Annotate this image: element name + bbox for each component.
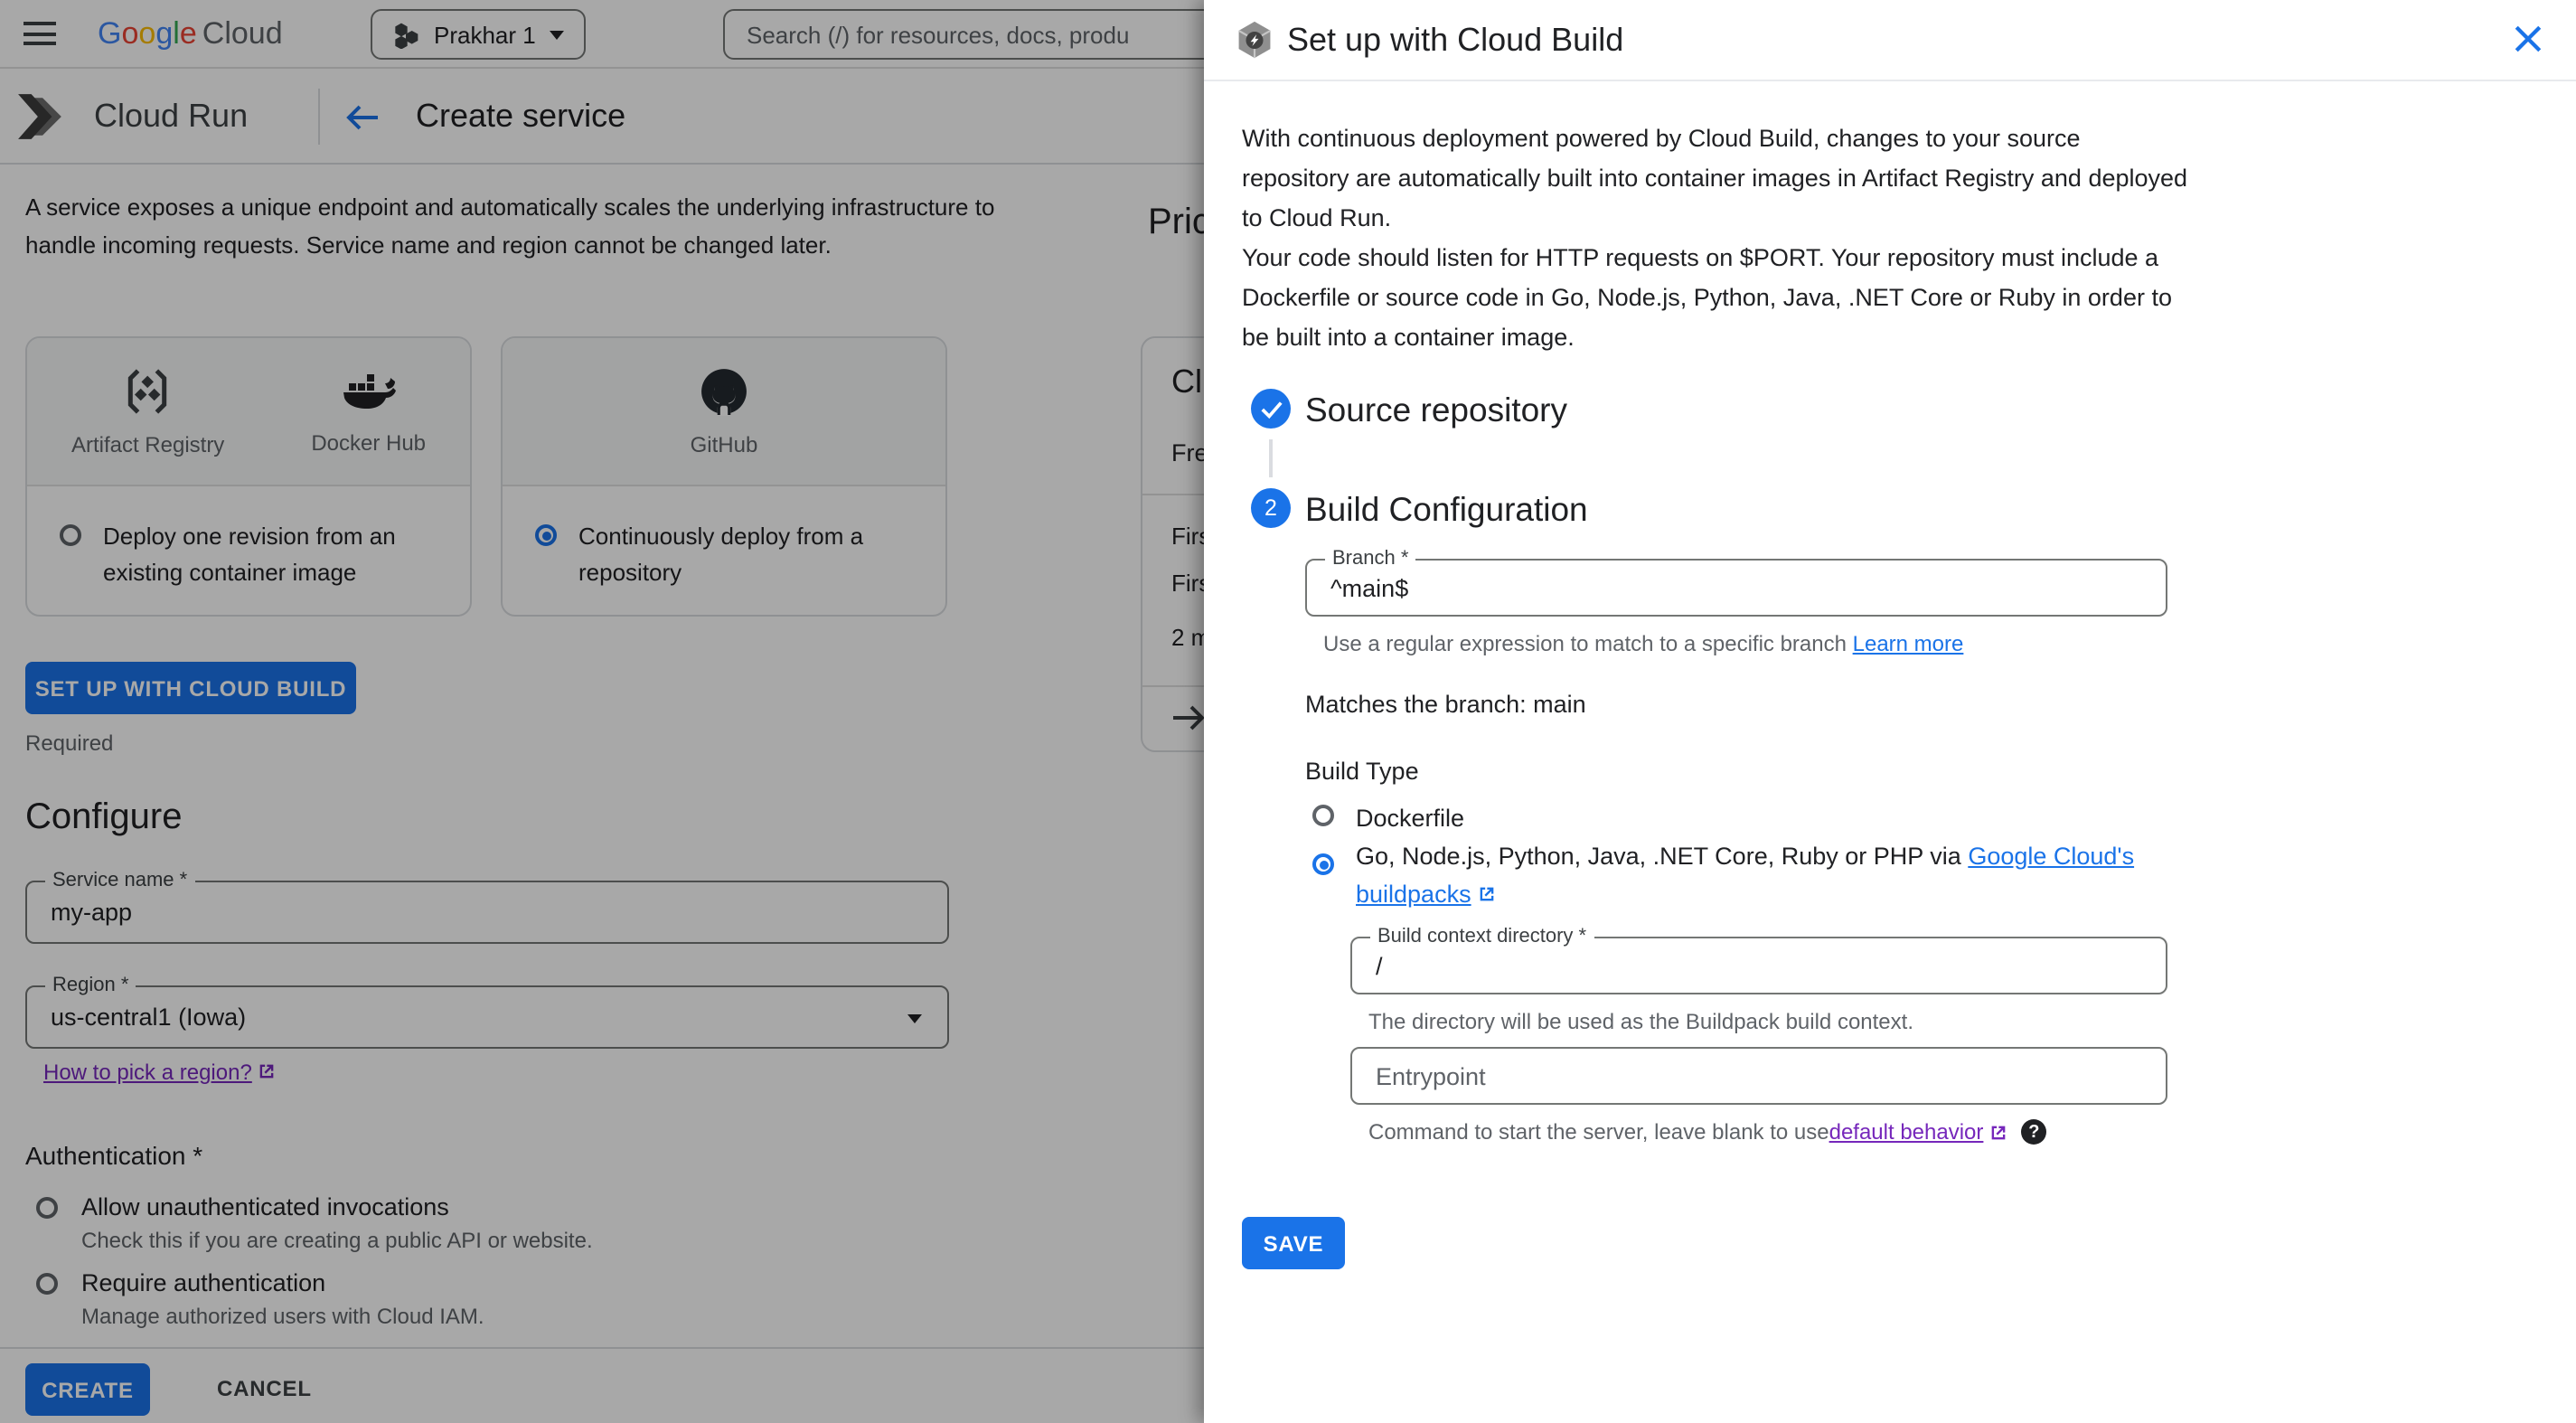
step2-title: Build Configuration [1305, 490, 1588, 528]
build-type-buildpacks[interactable]: Go, Node.js, Python, Java, .NET Core, Ru… [1312, 843, 2173, 913]
external-link-icon [1992, 1125, 2006, 1139]
radio-dockerfile[interactable] [1312, 805, 1334, 826]
close-icon[interactable] [2513, 24, 2543, 54]
build-context-helper: The directory will be used as the Buildp… [1368, 1009, 1913, 1034]
build-context-label: Build context directory * [1370, 926, 1594, 947]
external-link-icon [1480, 887, 1493, 901]
branch-input[interactable] [1307, 561, 2166, 615]
buildpacks-label-text: Go, Node.js, Python, Java, .NET Core, Ru… [1356, 843, 1969, 870]
entrypoint-input[interactable] [1352, 1049, 2166, 1103]
save-button[interactable]: SAVE [1242, 1217, 1345, 1269]
intro-paragraph-2: Your code should listen for HTTP request… [1242, 244, 2172, 351]
entrypoint-field[interactable] [1350, 1047, 2167, 1105]
cloud-build-dialog: Set up with Cloud Build With continuous … [1204, 0, 2576, 1423]
dialog-header: Set up with Cloud Build [1204, 0, 2576, 81]
step-connector [1269, 439, 1273, 477]
default-behavior-link[interactable]: default behavior [1829, 1119, 1984, 1145]
entrypoint-helper-text: Command to start the server, leave blank… [1368, 1119, 1829, 1145]
buildpacks-label: Go, Node.js, Python, Java, .NET Core, Ru… [1356, 837, 2173, 913]
learn-more-link[interactable]: Learn more [1853, 631, 1964, 656]
build-type-dockerfile[interactable]: Dockerfile [1312, 799, 1464, 837]
step1-title[interactable]: Source repository [1305, 391, 1567, 430]
branch-helper-text: Use a regular expression to match to a s… [1323, 631, 1963, 656]
intro-paragraph-1: With continuous deployment powered by Cl… [1242, 125, 2188, 231]
dialog-title: Set up with Cloud Build [1287, 22, 1624, 58]
branch-helper-label: Use a regular expression to match to a s… [1323, 631, 1853, 656]
branch-match-status: Matches the branch: main [1305, 691, 1586, 718]
build-context-field[interactable]: Build context directory * [1350, 926, 2167, 994]
dockerfile-label: Dockerfile [1356, 805, 1465, 832]
help-icon[interactable]: ? [2021, 1119, 2047, 1145]
step2-number-icon: 2 [1251, 488, 1291, 528]
modal-scrim[interactable] [0, 0, 1204, 1423]
radio-buildpacks[interactable] [1312, 853, 1334, 875]
screen: GoogleCloud Prakhar 1 Cloud Run [0, 0, 2576, 1423]
branch-field[interactable]: Branch * [1305, 548, 2167, 617]
checkmark-icon [1260, 401, 1282, 419]
dialog-intro: With continuous deployment powered by Cl… [1242, 119, 2189, 358]
cloud-build-icon [1238, 21, 1271, 59]
step1-complete-icon [1251, 389, 1291, 429]
branch-label: Branch * [1325, 548, 1416, 570]
build-type-heading: Build Type [1305, 758, 1419, 785]
entrypoint-helper: Command to start the server, leave blank… [1368, 1119, 2047, 1145]
